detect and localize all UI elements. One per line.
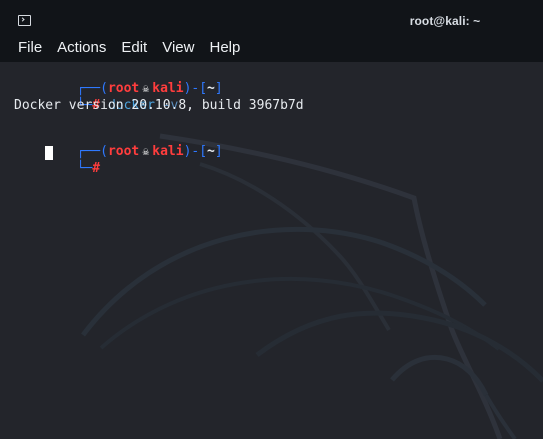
second-prompt-host: kali — [152, 144, 184, 159]
menu-edit[interactable]: Edit — [121, 33, 147, 62]
prompt-line-1: ┌──(root ☠ kali)-[~] — [76, 81, 223, 96]
prompt-line-2: ┌──(root ☠ kali)-[~] — [76, 144, 223, 159]
window-title: root@kali: ~ — [409, 14, 481, 28]
menu-bar: File Actions Edit View Help — [0, 33, 543, 62]
terminal-area[interactable]: ┌──(root ☠ kali)-[~] └─# docker -v Docker … — [0, 62, 543, 439]
command-line-1: └─# docker -v — [76, 98, 179, 113]
text-cursor[interactable] — [45, 146, 53, 160]
skull-icon: ☠ — [142, 145, 150, 158]
terminal-icon — [18, 15, 31, 26]
menu-help[interactable]: Help — [209, 33, 240, 62]
terminal-output: ┌──(root ☠ kali)-[~] └─# docker -v Docker … — [0, 62, 543, 439]
command-output: Docker version 20.10.8, build 3967b7d — [14, 98, 304, 113]
terminal-window: root@kali: ~ File Actions Edit View Help… — [0, 0, 543, 439]
command-line-2: └─# — [76, 161, 101, 176]
menu-actions[interactable]: Actions — [57, 33, 106, 62]
menu-view[interactable]: View — [162, 33, 194, 62]
second-prompt-user: root — [107, 144, 140, 159]
title-bar: root@kali: ~ — [0, 0, 543, 33]
menu-file[interactable]: File — [18, 33, 42, 62]
prompt-path: ~ — [207, 81, 215, 96]
second-prompt-path: ~ — [207, 144, 215, 159]
